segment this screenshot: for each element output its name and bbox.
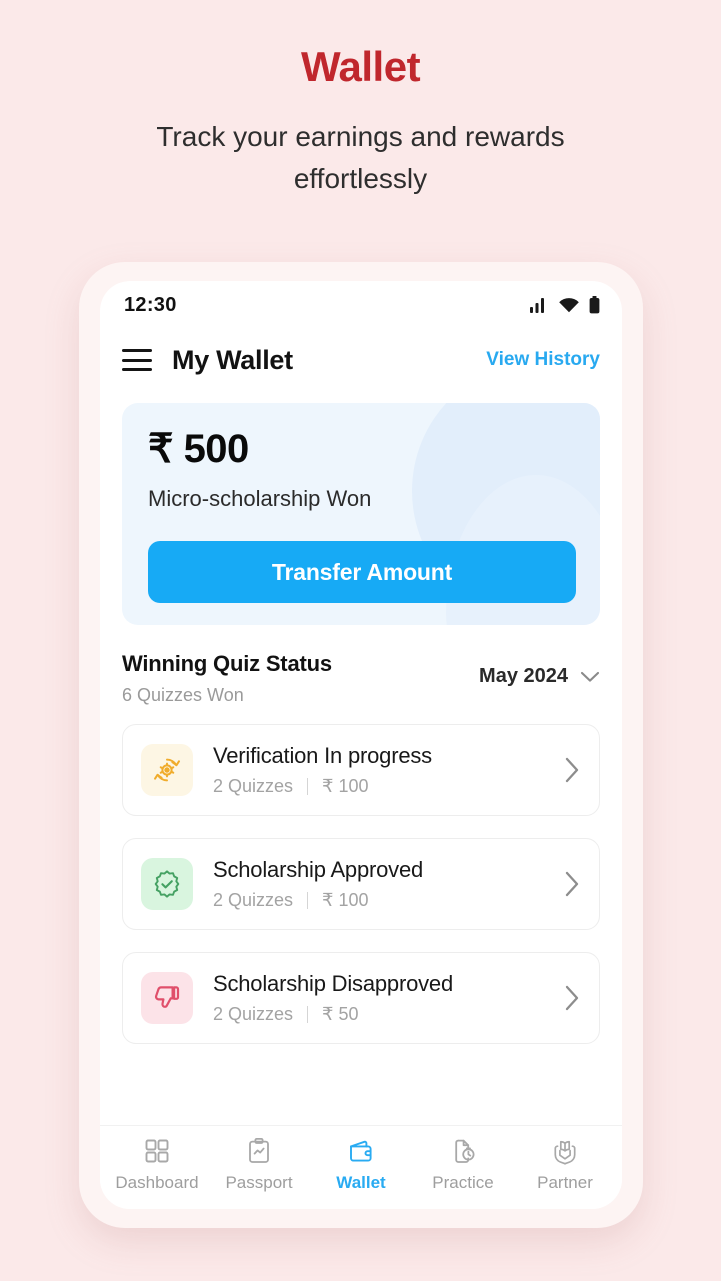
month-selector-label: May 2024: [479, 665, 568, 687]
balance-label: Micro-scholarship Won: [148, 486, 372, 511]
status-icon-wrapper: [141, 858, 193, 910]
month-selector[interactable]: May 2024: [479, 665, 600, 688]
status-row-quizzes: 2 Quizzes: [213, 890, 294, 910]
page-title: Wallet: [300, 43, 421, 90]
table-row[interactable]: Scholarship Disapproved 2 Quizzes ₹ 50: [122, 952, 600, 1044]
status-row-text: Scholarship Approved 2 Quizzes ₹ 100: [213, 857, 556, 911]
balance-card: ₹ 500 Micro-scholarship Won Transfer Amo…: [122, 403, 600, 625]
verified-badge-check-icon: [154, 870, 180, 898]
status-row-title: Verification In progress: [213, 743, 432, 768]
table-row[interactable]: Scholarship Approved 2 Quizzes ₹ 100: [122, 838, 600, 930]
meta-separator: [307, 778, 309, 795]
status-bar-icons: [530, 296, 600, 314]
battery-icon: [589, 296, 600, 314]
app-bar-title: My Wallet: [172, 344, 293, 375]
nav-item-dashboard[interactable]: Dashboard: [106, 1137, 208, 1193]
status-row-quizzes: 2 Quizzes: [213, 1004, 294, 1024]
chevron-right-icon[interactable]: [564, 756, 581, 784]
thumbs-down-icon: [154, 986, 180, 1008]
status-bar: 12:30: [100, 281, 622, 329]
winning-quiz-status-header: Winning Quiz Status 6 Quizzes Won May 20…: [122, 651, 600, 706]
chevron-down-icon: [580, 671, 600, 682]
nav-label: Practice: [432, 1172, 494, 1192]
status-row-amount: ₹ 100: [322, 890, 369, 910]
status-row-amount: ₹ 100: [322, 776, 369, 796]
gear-refresh-icon: [154, 758, 180, 782]
status-row-text: Scholarship Disapproved 2 Quizzes ₹ 50: [213, 971, 556, 1025]
table-row[interactable]: Verification In progress 2 Quizzes ₹ 100: [122, 724, 600, 816]
status-row-title: Scholarship Approved: [213, 857, 424, 882]
phone-screen: 12:30 My Wallet View History ₹ 500 Micro…: [100, 281, 622, 1209]
nav-label: Dashboard: [115, 1172, 199, 1192]
clipboard-chart-icon: [249, 1137, 269, 1163]
promo-header: Wallet Track your earnings and rewards e…: [0, 0, 721, 199]
status-row-meta: 2 Quizzes ₹ 100: [213, 776, 556, 797]
view-history-link[interactable]: View History: [486, 349, 600, 371]
wifi-icon: [559, 298, 579, 313]
nav-item-passport[interactable]: Passport: [208, 1137, 310, 1193]
hamburger-line: [122, 368, 152, 371]
section-subtitle: 6 Quizzes Won: [122, 685, 244, 705]
hamburger-line: [122, 349, 152, 352]
nav-item-partner[interactable]: Partner: [514, 1137, 616, 1193]
hands-book-icon: [554, 1140, 576, 1165]
status-row-quizzes: 2 Quizzes: [213, 776, 294, 796]
meta-separator: [307, 1006, 309, 1023]
nav-label: Wallet: [336, 1172, 386, 1192]
page-subtitle: Track your earnings and rewards effortle…: [156, 121, 565, 194]
nav-label: Passport: [225, 1172, 293, 1192]
section-title: Winning Quiz Status: [122, 651, 332, 676]
grid-squares-icon: [145, 1139, 169, 1162]
nav-item-practice[interactable]: Practice: [412, 1137, 514, 1193]
hamburger-line: [122, 358, 152, 362]
hamburger-menu-icon[interactable]: [122, 349, 152, 371]
status-bar-time: 12:30: [124, 293, 177, 316]
transfer-amount-button[interactable]: Transfer Amount: [148, 541, 576, 603]
balance-amount: ₹ 500: [148, 427, 249, 471]
status-row-text: Verification In progress 2 Quizzes ₹ 100: [213, 743, 556, 797]
status-row-amount: ₹ 50: [322, 1004, 359, 1024]
status-icon-wrapper: [141, 972, 193, 1024]
chevron-right-icon[interactable]: [564, 984, 581, 1012]
quiz-status-list: Verification In progress 2 Quizzes ₹ 100: [122, 724, 600, 1044]
wallet-icon: [350, 1140, 372, 1162]
chevron-right-icon[interactable]: [564, 870, 581, 898]
status-icon-wrapper: [141, 744, 193, 796]
status-row-title: Scholarship Disapproved: [213, 971, 453, 996]
app-bar: My Wallet View History: [100, 329, 622, 391]
document-timer-icon: [455, 1139, 475, 1163]
phone-mockup: 12:30 My Wallet View History ₹ 500 Micro…: [79, 262, 643, 1228]
signal-icon: [530, 298, 544, 313]
nav-label: Partner: [537, 1172, 593, 1192]
status-row-meta: 2 Quizzes ₹ 50: [213, 1004, 556, 1025]
bottom-navigation: Dashboard Passport Wallet Practice Partn…: [100, 1125, 622, 1209]
meta-separator: [307, 892, 309, 909]
nav-item-wallet[interactable]: Wallet: [310, 1137, 412, 1193]
status-row-meta: 2 Quizzes ₹ 100: [213, 890, 556, 911]
screen-content: ₹ 500 Micro-scholarship Won Transfer Amo…: [100, 391, 622, 1125]
